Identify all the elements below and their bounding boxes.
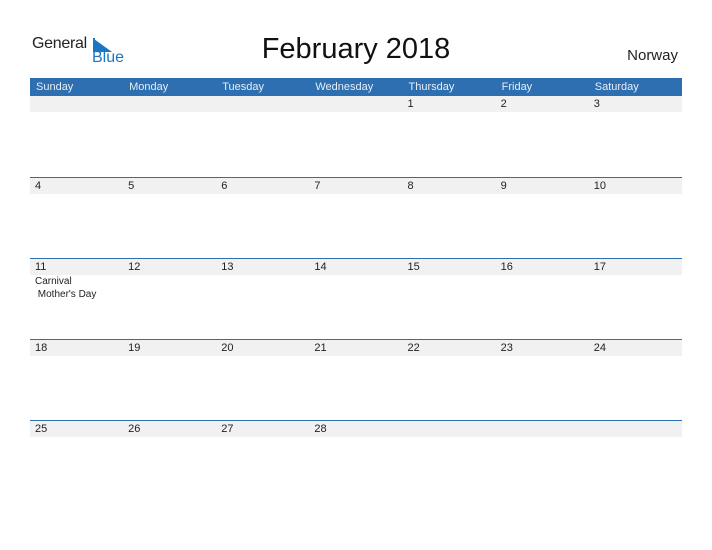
day-cell: 22	[403, 340, 496, 356]
day-cell: 10	[589, 178, 682, 194]
day-cell	[216, 96, 309, 112]
week-row: 4 5 6 7 8 9 10	[30, 177, 682, 259]
week-cells: 11 Carnival Mother's Day 12 13 14 15 16 17	[30, 259, 682, 301]
day-cell: 9	[496, 178, 589, 194]
day-cell: 4	[30, 178, 123, 194]
day-cell: 7	[309, 178, 402, 194]
day-cell: 27	[216, 421, 309, 437]
week-cells: 25 26 27 28	[30, 421, 682, 437]
holiday-event: Mother's Day	[35, 289, 97, 300]
day-number: 5	[128, 180, 135, 192]
day-cell: 15	[403, 259, 496, 301]
day-cell: 25	[30, 421, 123, 437]
day-cell: 8	[403, 178, 496, 194]
week-row: 11 Carnival Mother's Day 12 13 14 15 16 17	[30, 258, 682, 340]
day-number: 20	[221, 342, 234, 354]
day-number: 23	[500, 342, 513, 354]
day-cell	[123, 96, 216, 112]
day-cell: 14	[309, 259, 402, 301]
day-cell: 17	[589, 259, 682, 301]
day-cell: 1	[403, 96, 496, 112]
week-cells: 4 5 6 7 8 9 10	[30, 178, 682, 194]
day-number: 24	[593, 342, 606, 354]
day-cell	[30, 96, 123, 112]
day-number: 14	[314, 261, 327, 273]
day-number: 10	[593, 180, 606, 192]
day-number: 8	[407, 180, 414, 192]
day-cell: 20	[216, 340, 309, 356]
day-number: 25	[35, 423, 48, 435]
day-cell: 28	[309, 421, 402, 437]
weekday-wednesday: Wednesday	[315, 81, 374, 93]
day-number: 2	[500, 98, 507, 110]
week-row: 25 26 27 28	[30, 420, 682, 502]
day-number: 4	[35, 180, 42, 192]
day-number: 16	[500, 261, 513, 273]
day-cell: 26	[123, 421, 216, 437]
day-cell: 24	[589, 340, 682, 356]
day-number: 6	[221, 180, 228, 192]
day-cell: 16	[496, 259, 589, 301]
day-cell: 11 Carnival Mother's Day	[30, 259, 123, 301]
weekday-sunday: Sunday	[36, 81, 74, 93]
weekday-friday: Friday	[501, 81, 533, 93]
country-label: Norway	[627, 47, 678, 64]
day-cell: 5	[123, 178, 216, 194]
day-number: 11	[35, 261, 47, 273]
day-number: 28	[314, 423, 327, 435]
day-cell	[496, 421, 589, 437]
day-number: 18	[35, 342, 48, 354]
day-number: 26	[128, 423, 141, 435]
weekday-monday: Monday	[129, 81, 169, 93]
week-row: 1 2 3	[30, 96, 682, 177]
day-number: 15	[407, 261, 420, 273]
day-cell: 12	[123, 259, 216, 301]
day-cell	[589, 421, 682, 437]
day-cell: 2	[496, 96, 589, 112]
weekday-thursday: Thursday	[408, 81, 455, 93]
day-number: 21	[314, 342, 327, 354]
day-cell: 6	[216, 178, 309, 194]
day-number: 13	[221, 261, 234, 273]
weekday-saturday: Saturday	[594, 81, 639, 93]
week-cells: 1 2 3	[30, 96, 682, 112]
day-cell: 13	[216, 259, 309, 301]
weekday-tuesday: Tuesday	[222, 81, 265, 93]
weekday-header: Sunday Monday Tuesday Wednesday Thursday…	[30, 78, 682, 96]
day-cell	[403, 421, 496, 437]
page-title: February 2018	[261, 33, 451, 65]
day-cell: 23	[496, 340, 589, 356]
day-number: 1	[407, 98, 414, 110]
week-row: 18 19 20 21 22 23 24	[30, 339, 682, 421]
day-number: 9	[500, 180, 507, 192]
day-cell	[309, 96, 402, 112]
week-cells: 18 19 20 21 22 23 24	[30, 340, 682, 356]
day-number: 17	[593, 261, 606, 273]
day-cell: 19	[123, 340, 216, 356]
day-number: 12	[128, 261, 141, 273]
holiday-event: Carnival	[35, 276, 72, 287]
day-cell: 3	[589, 96, 682, 112]
day-cell: 21	[309, 340, 402, 356]
day-number: 22	[407, 342, 420, 354]
day-cell: 18	[30, 340, 123, 356]
day-number: 27	[221, 423, 234, 435]
day-number: 7	[314, 180, 321, 192]
day-number: 19	[128, 342, 141, 354]
day-number: 3	[593, 98, 600, 110]
